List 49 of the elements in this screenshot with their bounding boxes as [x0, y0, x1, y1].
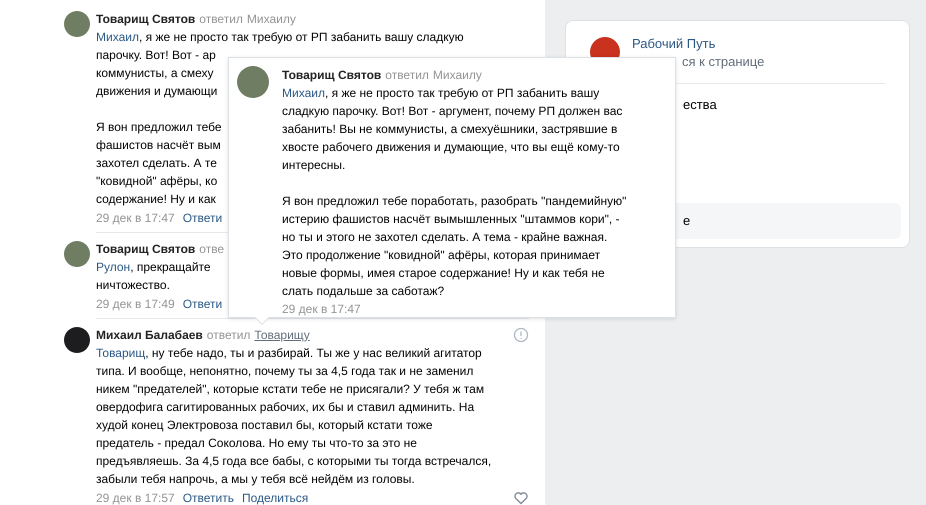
comment-action-link[interactable]: Ответи — [182, 295, 222, 313]
comment-text: содержание! Ну и как — [96, 191, 216, 208]
menu-item[interactable]: ества — [683, 96, 717, 114]
reply-label: ответил — [385, 67, 429, 84]
comment-text: фашистов насчёт вым — [96, 137, 221, 154]
comment-text: Михаил, я же не просто так требую от РП забанить вашу сладкую — [96, 29, 464, 46]
comment-text: парочку. Вот! Вот - ар — [96, 47, 216, 64]
popup-text: Это продолжение "ковидной" афёры, которая принимает — [282, 247, 600, 264]
author-name[interactable]: Товарищ Святов — [282, 66, 382, 84]
popup-text: слать подальше за саботаж? — [282, 283, 444, 300]
comment-text: Рулон, прекращайте — [96, 259, 211, 276]
reply-label: ответил — [206, 327, 250, 344]
comment-text: Товарищ, ну тебе надо, ты и разбирай. Ты же у нас великий агитатор — [96, 345, 482, 362]
comment-text: никем "предателей", которые кстати тебе не присягали? У тебя ж там — [96, 381, 484, 398]
mention-link[interactable]: Товарищ — [96, 346, 146, 360]
comment-text: худой конец Электровоза поставил бы, который кстати тоже — [96, 417, 433, 434]
popup-text: Михаил, я же не просто так требую от РП забанить вашу — [282, 85, 600, 102]
reply-to-link[interactable]: Товарищу — [254, 326, 310, 344]
comment-text: предъявляешь. За 4,5 года все бабы, с которыми ты тогда встречался, — [96, 453, 492, 470]
popup-text: сладкую парочку. Вот! Вот - аргумент, почему РП должен вас — [282, 103, 622, 120]
group-subtitle: ся к странице — [682, 53, 764, 71]
mention-link[interactable]: Рулон — [96, 260, 130, 274]
comment-text: Я вон предложил тебе — [96, 119, 222, 136]
popup-text: хвосте рабочего движения и думающие, что вы ещё кому-то — [282, 139, 620, 156]
comment-text: коммунисты, а смеху — [96, 65, 214, 82]
comment-text: "ковидной" афёры, ко — [96, 173, 218, 190]
mention-link[interactable]: Михаил — [96, 30, 139, 44]
comment-action-link[interactable]: Ответить — [182, 489, 234, 505]
comment-text: овердофига сагитированных рабочих, их бы и ставил админить. На — [96, 399, 474, 416]
comment-action-link[interactable]: Поделиться — [242, 489, 308, 505]
author-name[interactable]: Михаил Балабаев — [96, 326, 203, 344]
author-name[interactable]: Товарищ Святов — [96, 10, 196, 28]
comment-text: захотел сделать. А те — [96, 155, 217, 172]
comment-text: ничтожество. — [96, 277, 170, 294]
author-name[interactable]: Товарищ Святов — [96, 240, 196, 258]
group-name[interactable]: Рабочий Путь — [632, 35, 764, 53]
avatar-photo[interactable] — [64, 327, 90, 353]
popup-text: забанить! Вы не коммунисты, а смехуёшники, застрявшие в — [282, 121, 618, 138]
popup-text: новые формы, имея старое содержание! Ну и как тебя не — [282, 265, 605, 282]
comment-text: предатель - предал Соколова. Но ему ты что-то за это не — [96, 435, 417, 452]
heart-icon[interactable] — [513, 490, 529, 505]
reply-label: ответил — [199, 11, 243, 28]
mention-link[interactable]: Михаил — [282, 86, 325, 100]
comment-action-link[interactable]: Ответи — [182, 209, 222, 227]
reply-label: отве — [199, 241, 224, 258]
comment-text: типа. И вообще, непонятно, почему ты за 4,5 года так и не заменил — [96, 363, 474, 380]
comment-text: забыли тебя напрочь, а мы у тебя всё нейдём из головы. — [96, 471, 415, 488]
popup-text: интересны. — [282, 157, 346, 174]
comment-text: движения и думающи — [96, 83, 218, 100]
